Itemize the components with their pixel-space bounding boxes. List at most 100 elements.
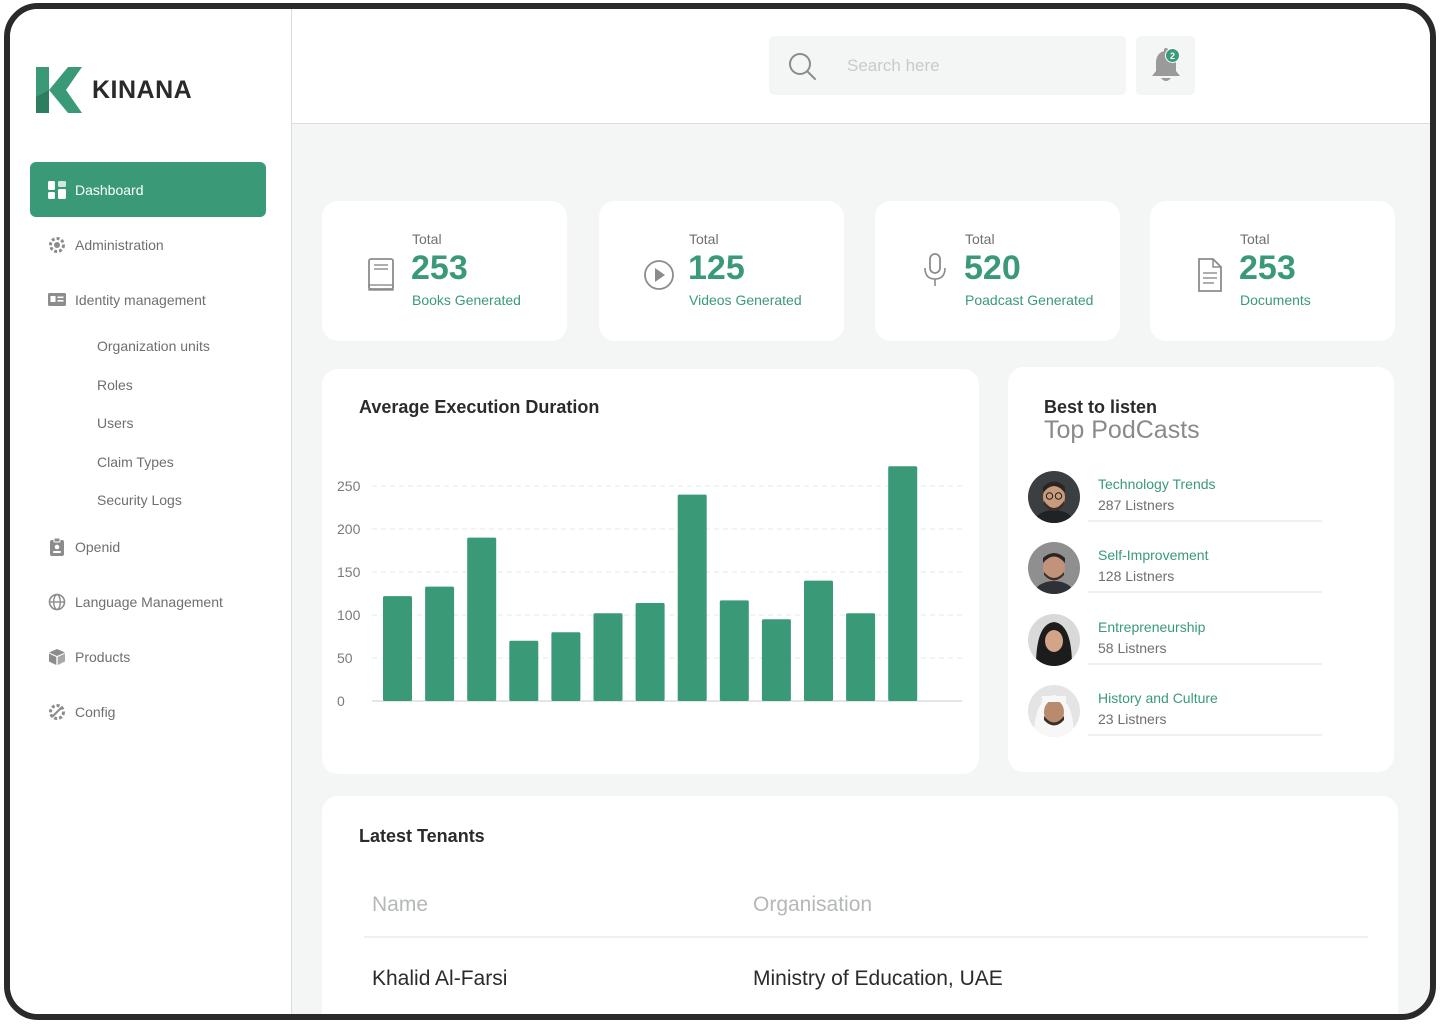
divider xyxy=(1088,734,1322,736)
divider xyxy=(1088,591,1322,593)
y-tick-label: 150 xyxy=(337,564,361,580)
sidebar-item-label: Dashboard xyxy=(75,181,144,198)
stat-card-videos[interactable]: Total 125 Videos Generated xyxy=(599,201,844,341)
globe-icon xyxy=(48,593,66,611)
y-tick-label: 100 xyxy=(337,607,361,623)
stat-card-books[interactable]: Total 253 Books Generated xyxy=(322,201,567,341)
podcast-listeners: 128 Listners xyxy=(1098,568,1175,584)
top-header: 2 xyxy=(292,9,1430,124)
sidebar-subitem-security-logs[interactable]: Security Logs xyxy=(30,481,266,520)
search-icon[interactable] xyxy=(787,51,817,81)
notification-badge: 2 xyxy=(1165,48,1180,63)
chart-bar[interactable] xyxy=(551,632,581,701)
sidebar-item-label: Identity management xyxy=(75,291,206,308)
stat-label: Total xyxy=(689,231,719,247)
sidebar-subitem-organization-units[interactable]: Organization units xyxy=(30,327,266,366)
badge-icon xyxy=(48,538,66,556)
divider xyxy=(364,936,1368,938)
app-window: KINANA Dashboard Administration Identity… xyxy=(4,3,1436,1020)
podcast-name: Technology Trends xyxy=(1098,476,1216,492)
avatar xyxy=(1028,685,1080,737)
notification-button[interactable]: 2 xyxy=(1136,36,1195,95)
stat-value: 125 xyxy=(688,249,745,287)
stat-value: 253 xyxy=(411,249,468,287)
sidebar-item-identity-management[interactable]: Identity management xyxy=(30,272,266,327)
podcast-item[interactable]: Entrepreneurship 58 Listners xyxy=(1028,614,1328,670)
column-header-name[interactable]: Name xyxy=(372,893,428,917)
chart-bar[interactable] xyxy=(677,494,707,701)
brand-logo[interactable]: KINANA xyxy=(36,67,192,113)
stat-card-documents[interactable]: Total 253 Documents xyxy=(1150,201,1395,341)
bar-chart: 0 50 100 150 200 250 xyxy=(337,466,962,709)
sidebar-subitem-users[interactable]: Users xyxy=(30,404,266,443)
sidebar-item-label: Products xyxy=(75,649,131,665)
top-podcasts-card: Best to listen Top PodCasts Technology T… xyxy=(1008,367,1394,772)
sidebar-item-dashboard[interactable]: Dashboard xyxy=(30,162,266,217)
sidebar-item-products[interactable]: Products xyxy=(30,630,266,685)
chart-bar[interactable] xyxy=(635,602,665,701)
y-tick-label: 0 xyxy=(337,693,345,709)
sidebar-item-label: Config xyxy=(75,704,116,720)
sidebar-subitem-claim-types[interactable]: Claim Types xyxy=(30,443,266,482)
podcast-name: Entrepreneurship xyxy=(1098,619,1206,635)
tenants-title: Latest Tenants xyxy=(359,826,485,846)
podcasts-subtitle: Top PodCasts xyxy=(1044,416,1200,444)
gear-icon xyxy=(48,236,66,254)
podcast-name: History and Culture xyxy=(1098,690,1218,706)
sidebar-item-administration[interactable]: Administration xyxy=(30,217,266,272)
avatar xyxy=(1028,542,1080,594)
chart-bar[interactable] xyxy=(719,600,749,701)
stat-caption: Books Generated xyxy=(412,292,521,308)
chart-bar[interactable] xyxy=(846,613,876,701)
search-input[interactable] xyxy=(847,55,1097,76)
chart-bar[interactable] xyxy=(467,537,497,701)
chart-bar[interactable] xyxy=(509,640,539,701)
chart-bar[interactable] xyxy=(425,586,455,701)
stat-label: Total xyxy=(1240,231,1270,247)
stat-caption: Documents xyxy=(1240,292,1311,308)
brand-name: KINANA xyxy=(92,75,193,104)
chart-bar[interactable] xyxy=(761,619,791,701)
chart-card: Average Execution Duration 0 50 100 150 200 2… xyxy=(322,369,979,774)
sidebar-subitem-roles[interactable]: Roles xyxy=(30,366,266,405)
sidebar: KINANA Dashboard Administration Identity… xyxy=(10,9,292,1014)
dashboard-icon xyxy=(48,180,66,199)
stat-caption: Videos Generated xyxy=(689,292,802,308)
stat-caption: Poadcast Generated xyxy=(965,292,1094,308)
kinana-logo-icon xyxy=(36,67,82,113)
sidebar-item-language-management[interactable]: Language Management xyxy=(30,575,266,630)
document-icon xyxy=(1198,258,1222,292)
table-cell-organisation[interactable]: Ministry of Education, UAE xyxy=(753,967,1003,991)
y-tick-label: 200 xyxy=(337,521,361,537)
column-header-organisation[interactable]: Organisation xyxy=(753,893,872,917)
y-tick-label: 250 xyxy=(337,478,361,494)
avatar xyxy=(1028,471,1080,523)
chart-bar[interactable] xyxy=(383,596,412,701)
chart-bar[interactable] xyxy=(804,580,833,701)
settings-icon xyxy=(48,703,66,721)
podcast-item[interactable]: History and Culture 23 Listners xyxy=(1028,685,1328,741)
chart-bar[interactable] xyxy=(888,466,918,701)
podcast-name: Self-Improvement xyxy=(1098,547,1209,563)
podcast-item[interactable]: Technology Trends 287 Listners xyxy=(1028,471,1328,527)
podcasts-title: Best to listen xyxy=(1044,397,1158,417)
divider xyxy=(1088,663,1322,665)
sidebar-item-label: Administration xyxy=(75,236,164,253)
box-icon xyxy=(48,648,66,666)
play-icon xyxy=(644,260,674,290)
podcast-item[interactable]: Self-Improvement 128 Listners xyxy=(1028,542,1328,598)
sidebar-item-label: Language Management xyxy=(75,594,223,610)
sidebar-nav: Dashboard Administration Identity manage… xyxy=(30,162,266,740)
book-icon xyxy=(368,258,394,291)
search-bar[interactable] xyxy=(769,36,1126,95)
stat-label: Total xyxy=(965,231,995,247)
stat-card-podcasts[interactable]: Total 520 Poadcast Generated xyxy=(875,201,1120,341)
stat-label: Total xyxy=(412,231,442,247)
sidebar-item-openid[interactable]: Openid xyxy=(30,520,266,575)
chart-bar[interactable] xyxy=(593,613,623,701)
latest-tenants-card: Latest Tenants Name Organisation Khalid … xyxy=(322,796,1398,1014)
sidebar-item-config[interactable]: Config xyxy=(30,685,266,740)
table-cell-name[interactable]: Khalid Al-Farsi xyxy=(372,967,507,991)
podcast-listeners: 58 Listners xyxy=(1098,640,1167,656)
stat-value: 253 xyxy=(1239,249,1296,287)
